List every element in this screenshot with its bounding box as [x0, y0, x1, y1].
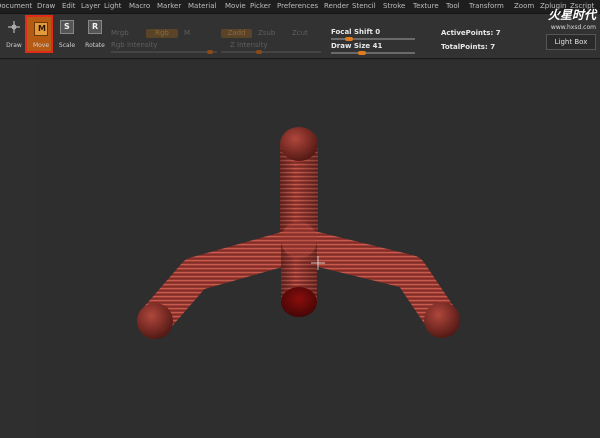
zadd-button[interactable]: Zadd: [221, 29, 252, 38]
menu-document[interactable]: Document: [0, 2, 32, 10]
rotate-label: Rotate: [85, 42, 105, 49]
draw-size-label: Draw Size 41: [331, 42, 383, 50]
move-label: Move: [32, 42, 50, 49]
watermark-title: 火星时代: [547, 8, 596, 22]
total-points-readout: TotalPoints: 7: [441, 43, 496, 51]
menu-movie[interactable]: Movie: [225, 2, 246, 10]
watermark: 火星时代 www.hxsd.com: [548, 6, 596, 31]
menu-render[interactable]: Render: [324, 2, 349, 10]
menu-layer[interactable]: Layer: [81, 2, 101, 10]
zsphere-model[interactable]: [38, 60, 600, 438]
zsphere-left-cap: [137, 303, 173, 339]
zsphere-right-cap: [424, 302, 460, 338]
mrgb-button[interactable]: Mrgb: [111, 29, 129, 37]
watermark-url: www.hxsd.com: [550, 24, 596, 31]
draw-label: Draw: [6, 42, 22, 49]
scale-label: Scale: [58, 42, 76, 49]
move-icon: M: [34, 22, 48, 36]
menu-edit[interactable]: Edit: [62, 2, 76, 10]
zcut-button[interactable]: Zcut: [292, 29, 308, 37]
menu-draw[interactable]: Draw: [37, 2, 55, 10]
zsphere-right-arm[interactable]: [295, 228, 460, 338]
zsphere-bottom-cap: [281, 287, 317, 317]
menu-texture[interactable]: Texture: [413, 2, 439, 10]
rotate-icon: R: [88, 20, 102, 34]
menu-stroke[interactable]: Stroke: [383, 2, 405, 10]
z-intensity-knob[interactable]: [256, 50, 262, 54]
menu-macro[interactable]: Macro: [129, 2, 150, 10]
left-shelf: [0, 60, 38, 438]
document-canvas[interactable]: [38, 60, 600, 438]
menu-preferences[interactable]: Preferences: [277, 2, 318, 10]
active-points-readout: ActivePoints: 7: [441, 29, 501, 37]
focal-shift-label: Focal Shift 0: [331, 28, 381, 36]
toolbar: Draw M Move S Scale R Rotate Mrgb Rgb M …: [0, 14, 600, 59]
draw-size-knob[interactable]: [357, 51, 366, 55]
menu-tool[interactable]: Tool: [446, 2, 460, 10]
m-button[interactable]: M: [184, 29, 190, 37]
rgb-button[interactable]: Rgb: [146, 29, 178, 38]
draw-size-slider[interactable]: [331, 52, 415, 54]
menu-marker[interactable]: Marker: [157, 2, 181, 10]
menu-bar: Document Draw Edit Layer Light Macro Mar…: [0, 0, 600, 14]
focal-shift-slider[interactable]: [331, 38, 415, 40]
light-box-button[interactable]: Light Box: [546, 34, 596, 50]
scale-button[interactable]: S Scale: [53, 15, 81, 53]
rgb-intensity-label: Rgb Intensity: [111, 41, 158, 49]
menu-transform[interactable]: Transform: [469, 2, 504, 10]
move-button[interactable]: M Move: [25, 15, 53, 53]
draw-crosshair-icon: [8, 21, 20, 33]
menu-picker[interactable]: Picker: [250, 2, 271, 10]
menu-stencil[interactable]: Stencil: [352, 2, 376, 10]
menu-light[interactable]: Light: [104, 2, 121, 10]
zsub-button[interactable]: Zsub: [258, 29, 275, 37]
zsphere-top-cap: [280, 127, 318, 161]
rgb-intensity-knob[interactable]: [207, 50, 213, 54]
menu-zoom[interactable]: Zoom: [514, 2, 534, 10]
rotate-button[interactable]: R Rotate: [81, 15, 109, 53]
z-intensity-label: Z Intensity: [230, 41, 268, 49]
rgb-intensity-slider[interactable]: [111, 51, 217, 53]
z-intensity-slider[interactable]: [221, 51, 321, 53]
menu-material[interactable]: Material: [188, 2, 216, 10]
scale-icon: S: [60, 20, 74, 34]
draw-button[interactable]: Draw: [0, 15, 28, 53]
zsphere-left-arm[interactable]: [137, 228, 303, 339]
focal-shift-knob[interactable]: [344, 37, 353, 41]
